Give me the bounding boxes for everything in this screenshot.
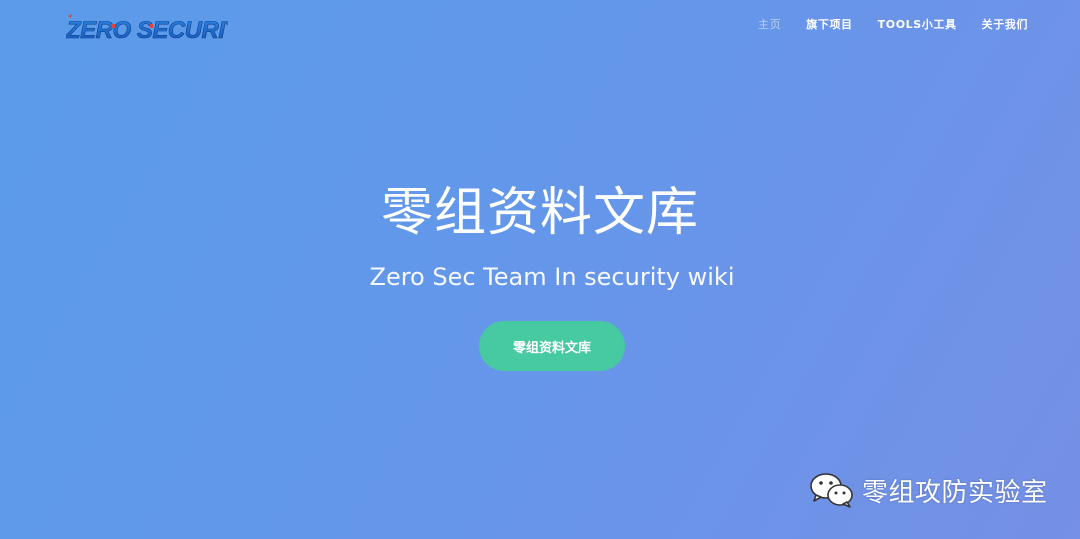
nav-item-projects[interactable]: 旗下项目 xyxy=(806,16,852,32)
wechat-watermark: 零组攻防实验室 xyxy=(808,468,1048,512)
nav-item-about[interactable]: 关于我们 xyxy=(982,16,1028,32)
wiki-cta-button[interactable]: 零组资料文库 xyxy=(479,321,625,371)
main-nav: 主页 旗下项目 TOOLS小工具 关于我们 xyxy=(733,16,1028,32)
site-logo[interactable]: ZERO SECURITY xyxy=(66,14,228,42)
page-subtitle: Zero Sec Team In security wiki xyxy=(369,263,735,291)
hero-section: ZERO SECURITY 主页 旗下项目 TOOLS小工具 关于我们 零组资料… xyxy=(0,0,1080,539)
wechat-icon xyxy=(810,473,853,508)
page-title: 零组资料文库 xyxy=(380,183,699,243)
zero-security-logo-icon: ZERO SECURITY xyxy=(66,14,228,42)
nav-item-home[interactable]: 主页 xyxy=(758,16,781,32)
watermark-text: 零组攻防实验室 xyxy=(862,477,1048,508)
svg-text:ZERO SECURITY: ZERO SECURITY xyxy=(66,17,228,42)
nav-item-tools[interactable]: TOOLS小工具 xyxy=(878,16,957,32)
